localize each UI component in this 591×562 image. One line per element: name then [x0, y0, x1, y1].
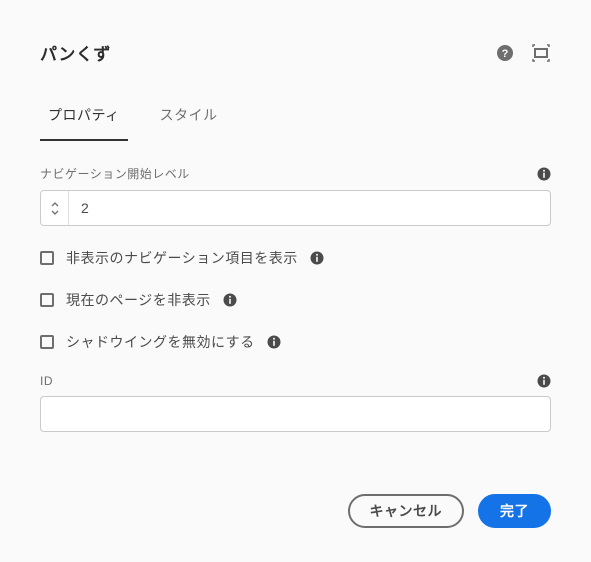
disable-shadowing-label: シャドウイングを無効にする [66, 332, 255, 352]
chevron-down-icon[interactable] [50, 208, 60, 216]
id-input[interactable] [40, 396, 551, 432]
dialog: パンくず ? プロパティ スタイル ナビゲーション開始レベル [0, 0, 591, 562]
done-button[interactable]: 完了 [478, 494, 551, 528]
svg-text:?: ? [502, 48, 509, 60]
nav-start-level-field: ナビゲーション開始レベル [40, 165, 551, 226]
help-icon[interactable]: ? [495, 43, 515, 63]
show-hidden-label: 非表示のナビゲーション項目を表示 [66, 248, 298, 268]
info-icon[interactable] [537, 167, 551, 181]
nav-start-level-stepper [40, 190, 551, 226]
nav-start-level-input[interactable] [69, 191, 550, 225]
dialog-header: パンくず ? [0, 0, 591, 85]
show-hidden-row: 非表示のナビゲーション項目を表示 [40, 248, 551, 268]
dialog-footer: キャンセル 完了 [348, 494, 552, 528]
cancel-button[interactable]: キャンセル [348, 494, 465, 528]
header-actions: ? [495, 43, 551, 63]
chevron-up-icon[interactable] [50, 200, 60, 208]
fullscreen-icon[interactable] [531, 43, 551, 63]
stepper-buttons [41, 191, 69, 225]
disable-shadowing-row: シャドウイングを無効にする [40, 332, 551, 352]
dialog-body: ナビゲーション開始レベル 非表示のナビゲーション項目を表示 [0, 141, 591, 432]
info-icon[interactable] [267, 335, 281, 349]
hide-current-row: 現在のページを非表示 [40, 290, 551, 310]
info-icon[interactable] [310, 251, 324, 265]
id-label-row: ID [40, 374, 551, 388]
hide-current-checkbox[interactable] [40, 293, 54, 307]
disable-shadowing-checkbox[interactable] [40, 335, 54, 349]
id-field: ID [40, 374, 551, 432]
tab-list: プロパティ スタイル [0, 93, 591, 141]
info-icon[interactable] [537, 374, 551, 388]
hide-current-label: 現在のページを非表示 [66, 290, 211, 310]
nav-start-level-label: ナビゲーション開始レベル [40, 165, 190, 182]
id-label: ID [40, 374, 53, 388]
dialog-title: パンくず [40, 40, 111, 65]
tab-properties[interactable]: プロパティ [40, 93, 128, 141]
info-icon[interactable] [223, 293, 237, 307]
tab-style[interactable]: スタイル [152, 93, 226, 141]
show-hidden-checkbox[interactable] [40, 251, 54, 265]
nav-start-level-label-row: ナビゲーション開始レベル [40, 165, 551, 182]
